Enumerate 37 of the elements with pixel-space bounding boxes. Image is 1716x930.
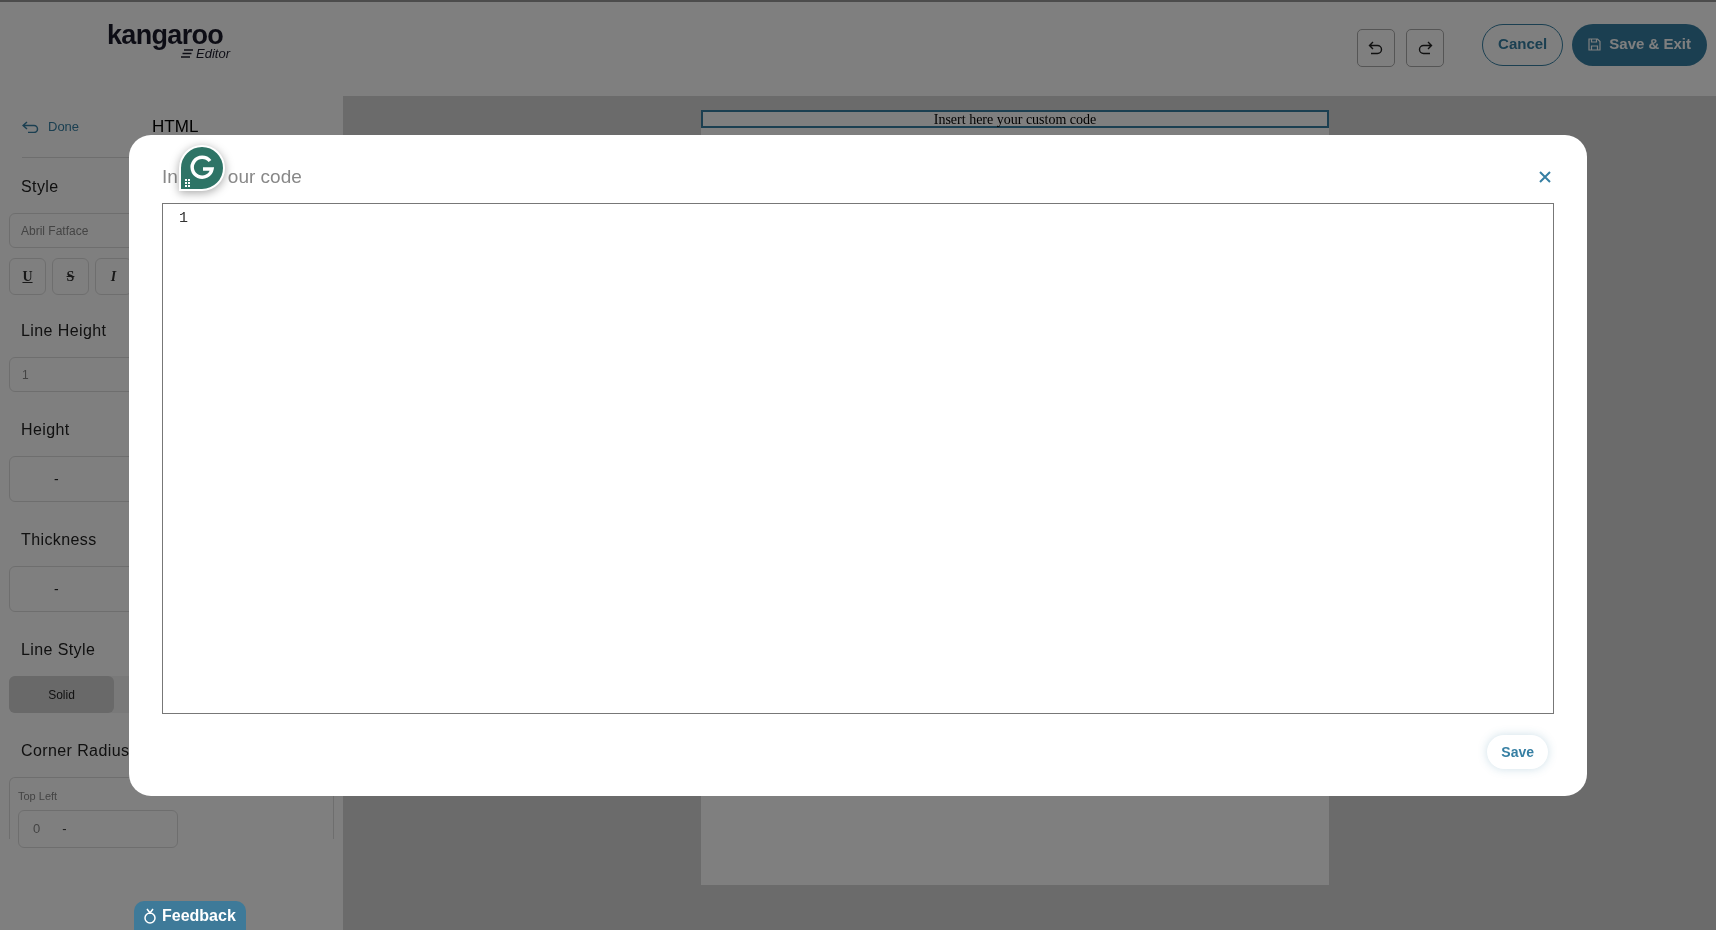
section-label: Line Height	[21, 321, 107, 341]
section-label: Style	[21, 177, 59, 197]
stepper-value: -	[54, 469, 59, 489]
dialog-title: our code	[227, 164, 302, 189]
code-editor[interactable]: 1	[162, 203, 1554, 714]
segment-option[interactable]: Solid	[9, 676, 114, 713]
redo-icon	[1417, 41, 1434, 55]
panel-title: HTML	[152, 115, 199, 138]
done-link[interactable]: Done	[22, 116, 80, 137]
logo-subtitle: Editor	[196, 47, 230, 60]
close-icon	[1539, 171, 1551, 183]
logo-text: kangaroo	[107, 22, 224, 49]
section-label: Corner Radius	[21, 741, 130, 761]
back-arrow-icon	[22, 120, 40, 133]
save-button[interactable]: Save	[1487, 735, 1548, 769]
stepper-value: -	[54, 579, 59, 599]
cancel-button[interactable]: Cancel	[1482, 23, 1564, 66]
feedback-button[interactable]: Feedback	[134, 901, 246, 930]
section-label: Line Style	[21, 640, 96, 660]
format-button[interactable]: U	[9, 258, 46, 295]
format-button[interactable]: S	[52, 258, 89, 295]
redo-button[interactable]	[1406, 29, 1445, 67]
corner-unit: -	[62, 819, 67, 838]
dialog-title: In	[162, 164, 178, 189]
close-button[interactable]	[1537, 169, 1553, 185]
line-number: 1	[179, 209, 188, 229]
save-exit-button[interactable]: Save & Exit	[1572, 23, 1707, 66]
assistant-badge-icon[interactable]	[179, 145, 225, 191]
section-label: Thickness	[21, 530, 97, 550]
corner-value: 0	[33, 819, 41, 838]
lines-icon	[181, 49, 193, 58]
custom-code-block[interactable]: Insert here your custom code	[701, 110, 1329, 128]
undo-icon	[1368, 41, 1385, 55]
undo-button[interactable]	[1357, 29, 1396, 67]
section-label: Height	[21, 420, 70, 440]
corner-field[interactable]: 0 -	[18, 809, 178, 848]
corner-label: Top Left	[18, 789, 59, 804]
